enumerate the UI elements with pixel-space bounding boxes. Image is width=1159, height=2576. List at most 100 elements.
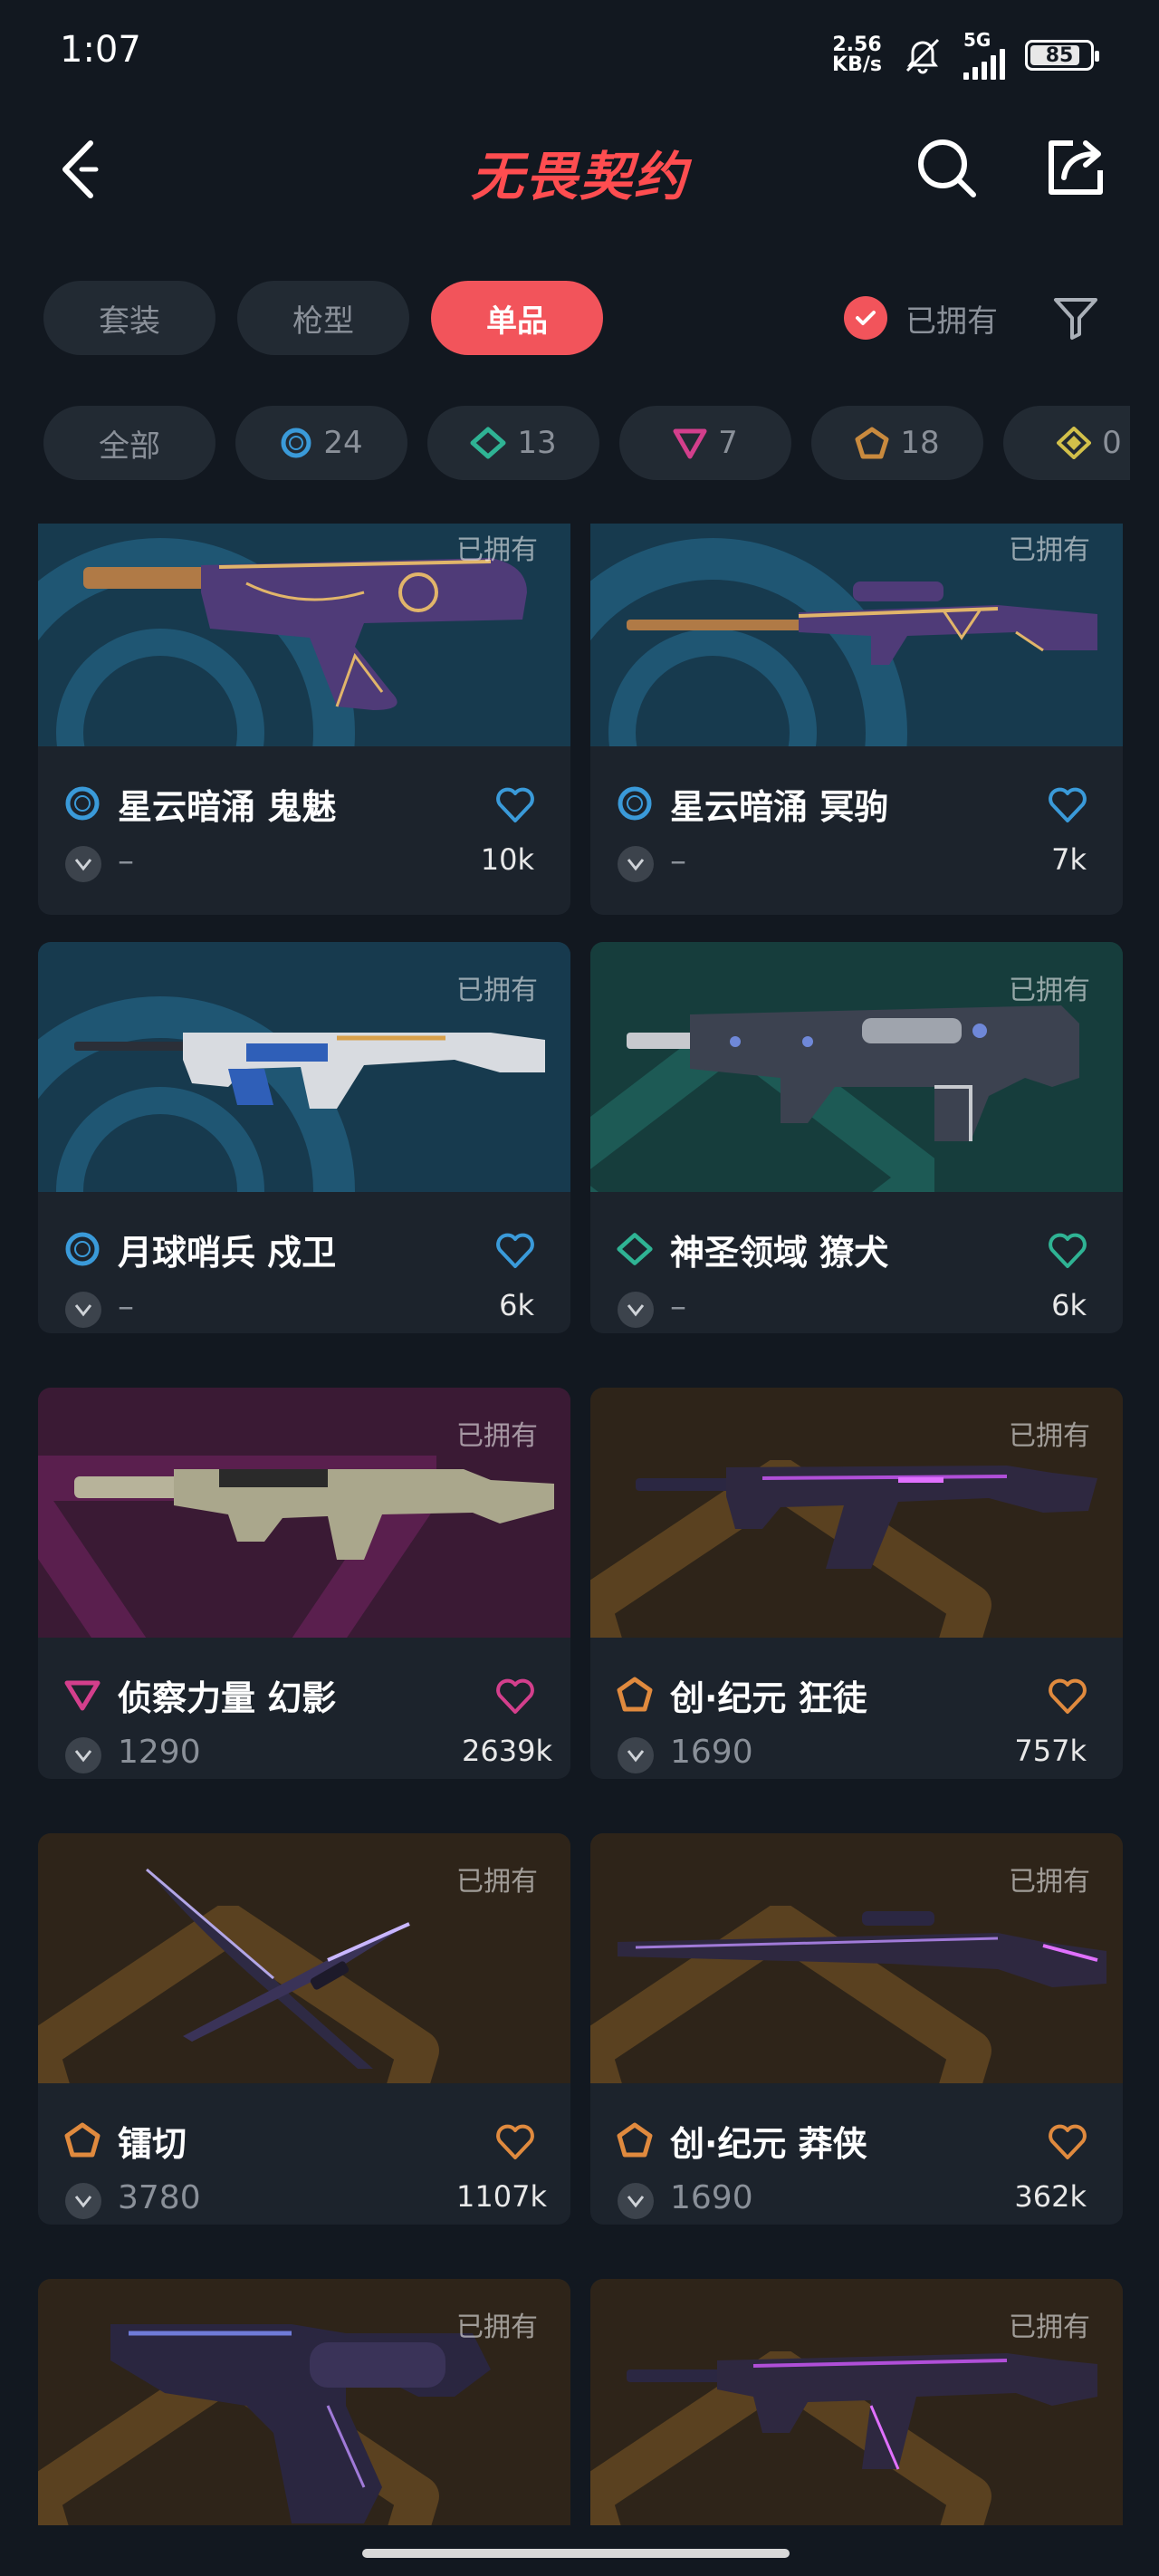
owned-filter-toggle[interactable]: 已拥有	[844, 290, 998, 346]
status-icons: 2.56 KB/s 5G 85	[832, 31, 1099, 80]
card-info: 星云暗涌 冥驹 – 7k	[590, 746, 1123, 915]
vp-currency-icon	[65, 846, 101, 882]
filter-button[interactable]	[1046, 288, 1106, 348]
heart-icon[interactable]	[1047, 784, 1088, 826]
skin-name: 创·纪元 狂徒	[670, 1678, 867, 1718]
chip-all[interactable]: 全部	[43, 406, 216, 480]
heart-icon[interactable]	[1047, 2121, 1088, 2163]
like-count: 2639k	[462, 1734, 552, 1768]
share-button[interactable]	[1039, 127, 1112, 208]
chip-select-tier[interactable]: 24	[235, 406, 407, 480]
melee-blade-icon	[146, 1868, 410, 2069]
chip-exclusive-tier[interactable]: 18	[811, 406, 983, 480]
like-count: 757k	[1014, 1734, 1087, 1768]
owned-tag: 已拥有	[1009, 2312, 1090, 2343]
skin-price: –	[670, 842, 686, 879]
vp-currency-icon	[65, 2183, 101, 2219]
owned-filter-label: 已拥有	[905, 303, 998, 340]
exclusive-tier-icon	[617, 2122, 653, 2158]
owned-tag: 已拥有	[456, 1866, 538, 1898]
vp-currency-icon	[65, 1292, 101, 1328]
signal-icon	[963, 49, 1005, 80]
owned-tag: 已拥有	[1009, 1420, 1090, 1452]
search-icon	[918, 139, 976, 197]
deluxe-tier-icon	[470, 427, 506, 459]
vp-currency-icon	[618, 2183, 654, 2219]
app-header: 无畏契约	[0, 118, 1159, 217]
heart-icon[interactable]	[1047, 1230, 1088, 1272]
owned-tag: 已拥有	[1009, 975, 1090, 1006]
vp-currency-icon	[618, 846, 654, 882]
skin-name: 月球哨兵 戍卫	[118, 1233, 337, 1273]
tab-weapon-types[interactable]: 枪型	[237, 281, 409, 355]
exclusive-tier-icon	[64, 2122, 101, 2158]
share-icon	[1049, 140, 1103, 195]
skin-card[interactable]: 已拥有 创·纪元 狂徒 1690 757k	[590, 1388, 1123, 1779]
skin-card[interactable]: 已拥有	[38, 2279, 570, 2525]
signal-group: 5G	[963, 31, 1005, 80]
heart-icon[interactable]	[494, 1230, 536, 1272]
skin-price: 1690	[670, 1734, 753, 1771]
vp-currency-icon	[618, 1737, 654, 1773]
select-tier-icon	[281, 428, 311, 458]
chip-premium-tier[interactable]: 7	[619, 406, 791, 480]
card-info: 镭切 3780 1107k	[38, 2083, 570, 2225]
skin-name: 侦察力量 幻影	[118, 1678, 337, 1718]
marshal-sniper-icon	[618, 1911, 1106, 1987]
home-indicator[interactable]	[362, 2549, 790, 2558]
heart-icon[interactable]	[1047, 1676, 1088, 1717]
status-time: 1:07	[60, 29, 141, 71]
search-button[interactable]	[910, 127, 982, 208]
vandal-rifle-icon	[627, 2353, 1097, 2470]
card-info: 创·纪元 莽侠 1690 362k	[590, 2083, 1123, 2225]
skin-card[interactable]: 已拥有 神圣领域 獠犬 – 6k	[590, 942, 1123, 1333]
smg-icon	[627, 1005, 1079, 1141]
premium-tier-icon	[64, 1680, 101, 1711]
premium-tier-icon	[673, 428, 707, 459]
exclusive-tier-icon	[855, 427, 889, 459]
heart-icon[interactable]	[494, 2121, 536, 2163]
rarity-chips: 全部 24 13 7 18 0	[43, 406, 1130, 480]
ultra-tier-icon	[1057, 427, 1092, 459]
skin-card[interactable]: 已拥有 创·纪元 莽侠 1690 362k	[590, 1833, 1123, 2225]
network-speed: 2.56 KB/s	[832, 34, 882, 76]
deluxe-tier-icon	[617, 1233, 653, 1265]
skin-name: 星云暗涌 冥驹	[670, 787, 889, 827]
filter-icon	[1054, 298, 1097, 340]
skin-price: –	[670, 1288, 686, 1325]
page-title: 无畏契约	[470, 146, 688, 207]
tab-bundles[interactable]: 套装	[43, 281, 216, 355]
skin-card[interactable]: 已拥有 星云暗涌 鬼魅 – 10k	[38, 524, 570, 915]
skin-price: 3780	[118, 2179, 201, 2216]
skin-card[interactable]: 已拥有 侦察力量 幻影 1290 2639k	[38, 1388, 570, 1779]
skin-card[interactable]: 已拥有	[590, 2279, 1123, 2525]
owned-tag: 已拥有	[456, 534, 538, 566]
battery-icon: 85	[1025, 40, 1099, 71]
owned-tag: 已拥有	[1009, 534, 1090, 566]
card-info: 月球哨兵 戍卫 – 6k	[38, 1192, 570, 1333]
owned-tag: 已拥有	[1009, 1866, 1090, 1898]
select-tier-icon	[65, 786, 100, 821]
chip-ultra-tier[interactable]: 0	[1003, 406, 1130, 480]
skin-price: 1690	[670, 2179, 753, 2216]
card-info: 星云暗涌 鬼魅 – 10k	[38, 746, 570, 915]
tab-items[interactable]: 单品	[431, 281, 603, 355]
card-info: 创·纪元 狂徒 1690 757k	[590, 1638, 1123, 1779]
checkmark-icon	[844, 296, 887, 340]
skin-card[interactable]: 已拥有 镭切 3780 1107k	[38, 1833, 570, 2225]
vp-currency-icon	[65, 1737, 101, 1773]
status-bar: 1:07 2.56 KB/s 5G 85	[0, 0, 1159, 100]
skin-name: 神圣领域 獠犬	[670, 1233, 889, 1273]
skin-name: 星云暗涌 鬼魅	[118, 787, 337, 827]
select-tier-icon	[618, 786, 652, 821]
select-tier-icon	[65, 1232, 100, 1266]
heart-icon[interactable]	[494, 1676, 536, 1717]
skin-card[interactable]: 已拥有 月球哨兵 戍卫 – 6k	[38, 942, 570, 1333]
like-count: 1107k	[456, 2179, 547, 2214]
mute-icon	[905, 38, 940, 74]
chip-deluxe-tier[interactable]: 13	[427, 406, 599, 480]
vp-currency-icon	[618, 1292, 654, 1328]
heart-icon[interactable]	[494, 784, 536, 826]
skin-card[interactable]: 已拥有 星云暗涌 冥驹 – 7k	[590, 524, 1123, 915]
card-info: 侦察力量 幻影 1290 2639k	[38, 1638, 570, 1779]
